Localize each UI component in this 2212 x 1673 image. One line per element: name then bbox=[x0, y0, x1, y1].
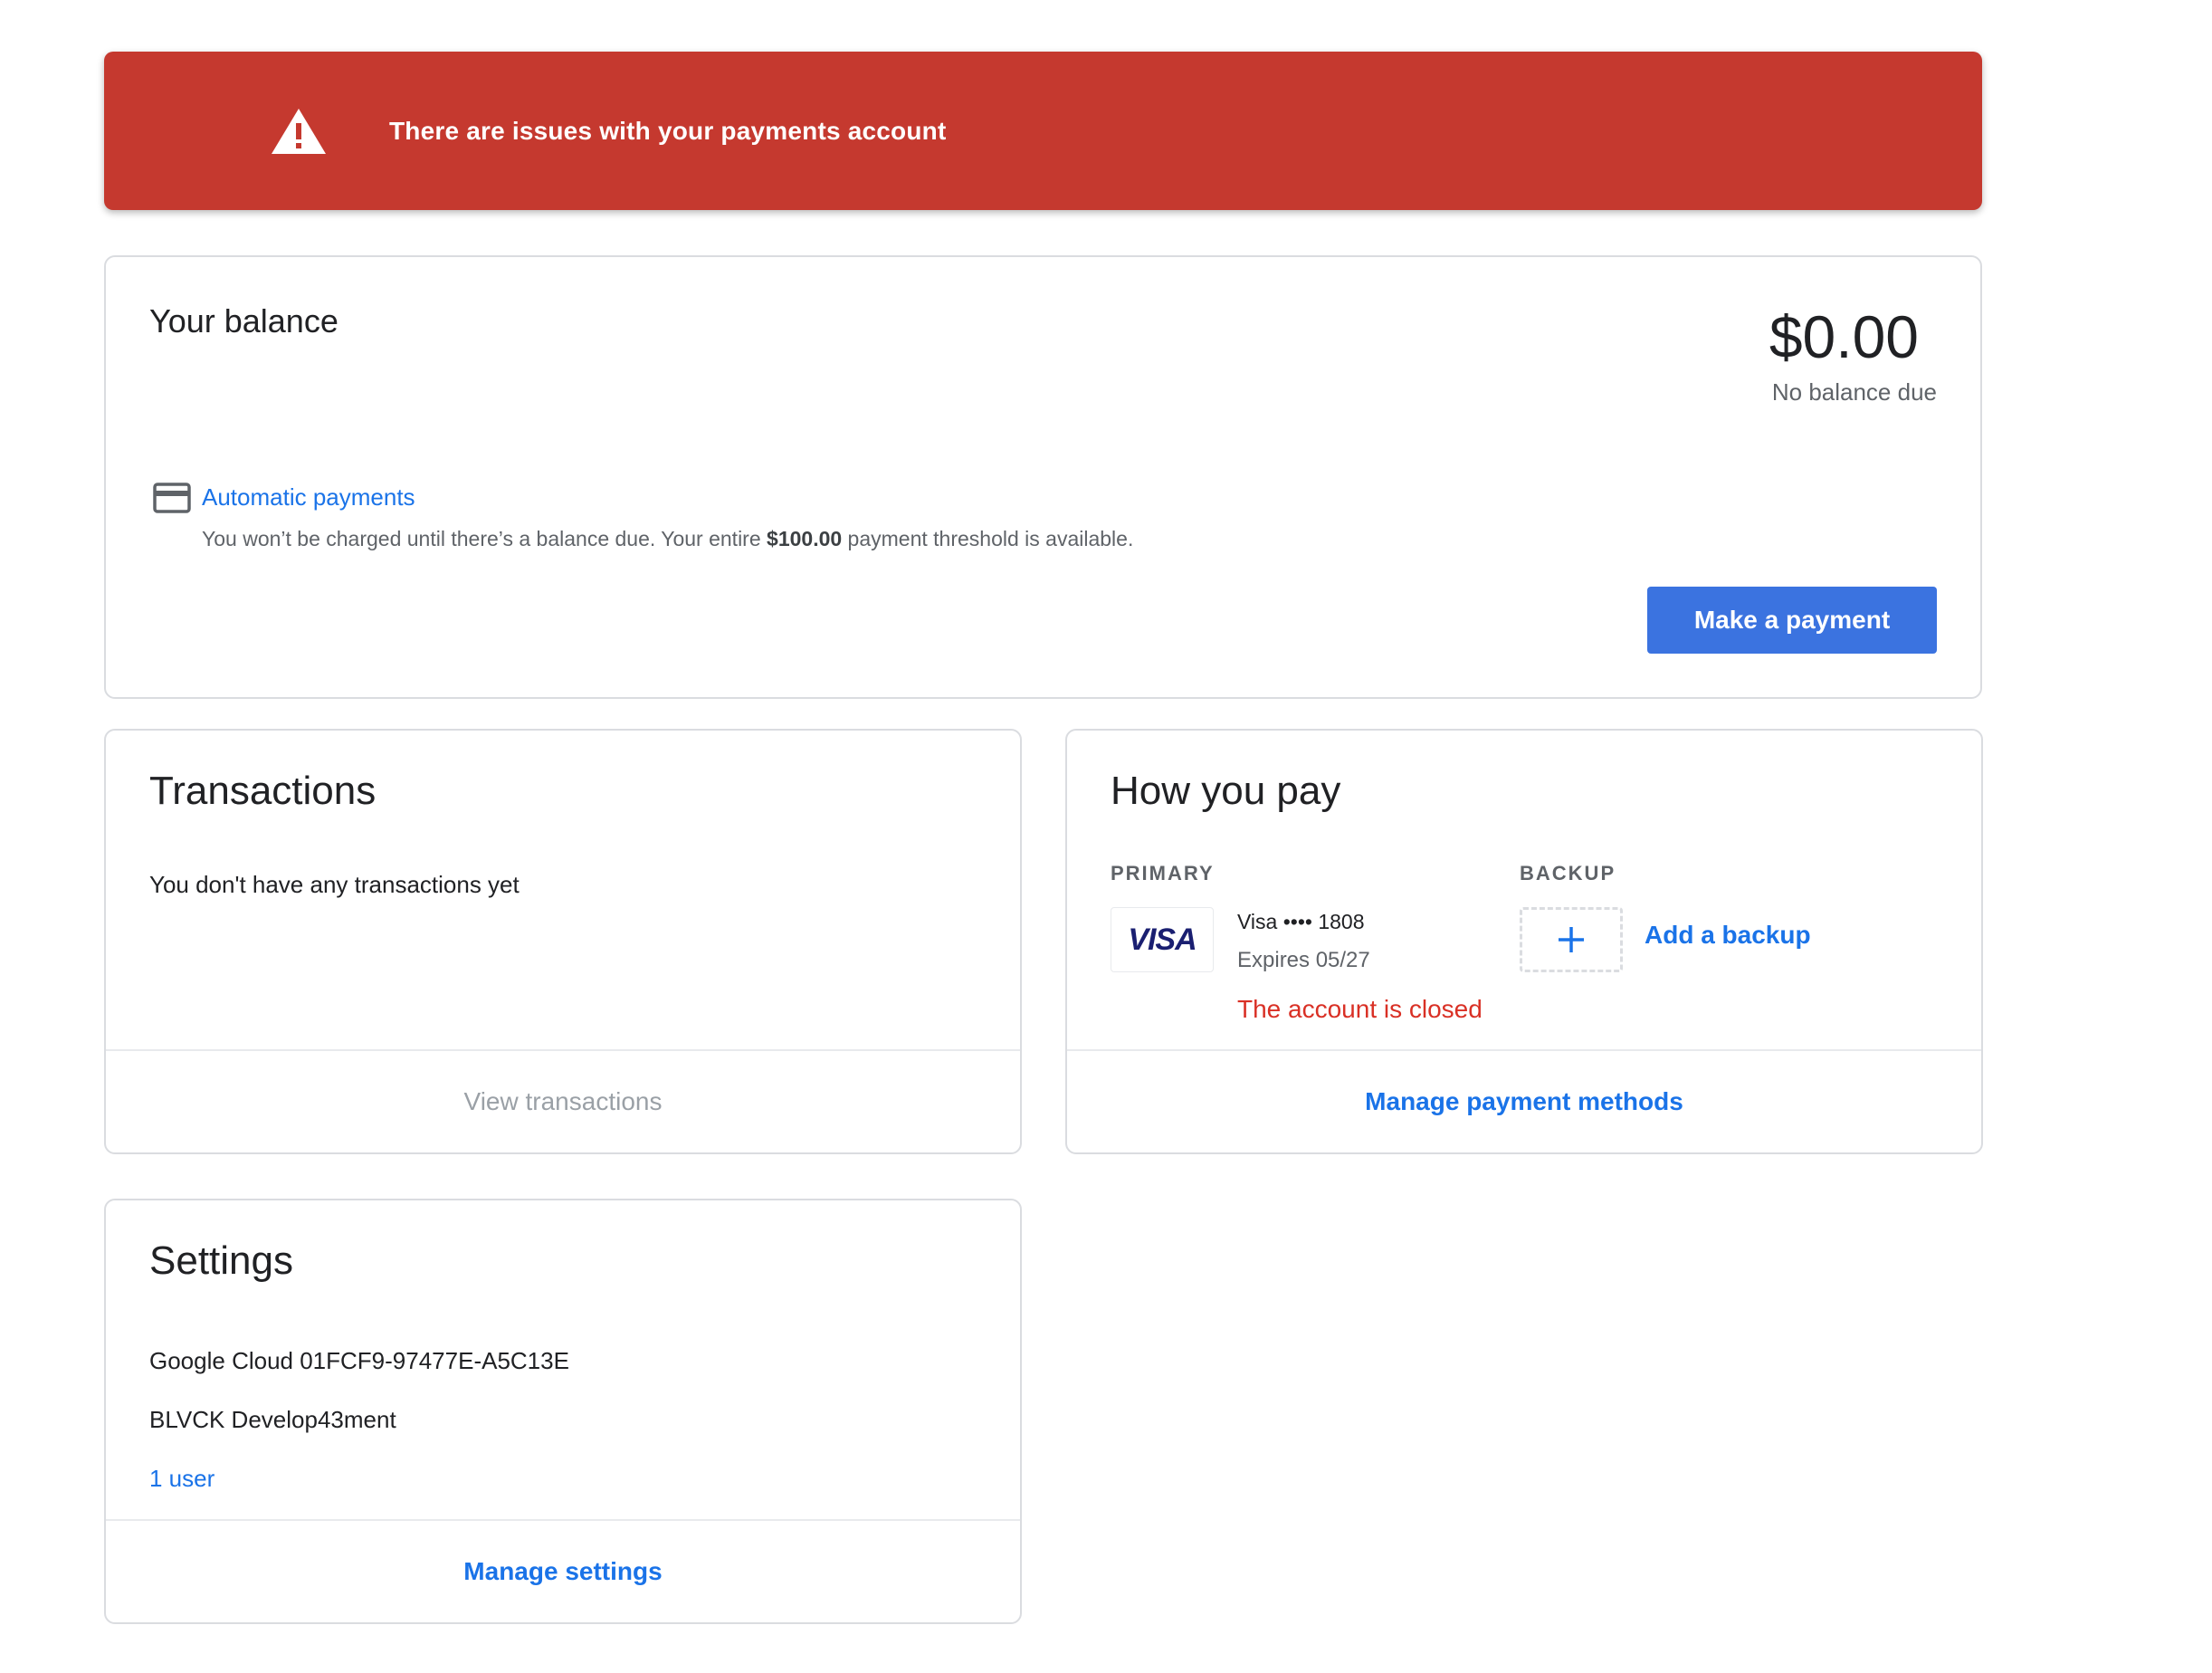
add-backup-link[interactable]: Add a backup bbox=[1645, 921, 1811, 950]
threshold-amount: $100.00 bbox=[767, 527, 843, 550]
backup-label: BACKUP bbox=[1520, 862, 1616, 884]
balance-status: No balance due bbox=[1771, 378, 1937, 406]
automatic-payments-link[interactable]: Automatic payments bbox=[202, 483, 415, 511]
card-error-message: The account is closed bbox=[1237, 995, 1483, 1023]
billing-account-id: Google Cloud 01FCF9-97477E-A5C13E bbox=[149, 1347, 569, 1374]
balance-card: Your balance $0.00 No balance due Automa… bbox=[104, 255, 1982, 699]
balance-title: Your balance bbox=[149, 302, 338, 339]
automatic-payments-description: You won’t be charged until there’s a bal… bbox=[202, 527, 1133, 551]
settings-title: Settings bbox=[149, 1238, 293, 1283]
add-backup-button[interactable] bbox=[1520, 907, 1623, 972]
manage-settings-button[interactable]: Manage settings bbox=[106, 1519, 1020, 1622]
credit-card-icon bbox=[153, 483, 191, 513]
how-you-pay-title: How you pay bbox=[1111, 769, 1341, 813]
view-transactions-button[interactable]: View transactions bbox=[106, 1049, 1020, 1152]
transactions-card: Transactions You don't have any transact… bbox=[104, 729, 1022, 1154]
billing-overview-page: There are issues with your payments acco… bbox=[0, 0, 2212, 1673]
description-text-end: payment threshold is available. bbox=[842, 527, 1134, 550]
plus-icon bbox=[1559, 927, 1584, 952]
organization-name: BLVCK Develop43ment bbox=[149, 1406, 396, 1433]
card-expiry: Expires 05/27 bbox=[1237, 948, 1370, 972]
users-link[interactable]: 1 user bbox=[149, 1465, 215, 1493]
payments-issue-banner[interactable]: There are issues with your payments acco… bbox=[104, 52, 2025, 210]
balance-amount: $0.00 bbox=[1769, 303, 1919, 370]
description-text: You won’t be charged until there’s a bal… bbox=[202, 527, 768, 550]
manage-payment-methods-button[interactable]: Manage payment methods bbox=[1067, 1049, 1981, 1152]
warning-icon bbox=[272, 109, 326, 154]
visa-card-logo: VISA bbox=[1111, 907, 1214, 972]
transactions-title: Transactions bbox=[149, 769, 377, 813]
banner-message: There are issues with your payments acco… bbox=[389, 117, 947, 145]
card-number: Visa •••• 1808 bbox=[1237, 910, 1365, 933]
settings-card: Settings Google Cloud 01FCF9-97477E-A5C1… bbox=[104, 1199, 1022, 1624]
make-payment-button[interactable]: Make a payment bbox=[1647, 587, 1937, 654]
transactions-empty-message: You don't have any transactions yet bbox=[149, 871, 520, 898]
visa-logo-text: VISA bbox=[1128, 922, 1197, 957]
primary-label: PRIMARY bbox=[1111, 862, 1215, 884]
how-you-pay-card: How you pay PRIMARY BACKUP VISA Visa •••… bbox=[1065, 729, 1983, 1154]
chevron-down-icon[interactable] bbox=[1991, 117, 2027, 146]
